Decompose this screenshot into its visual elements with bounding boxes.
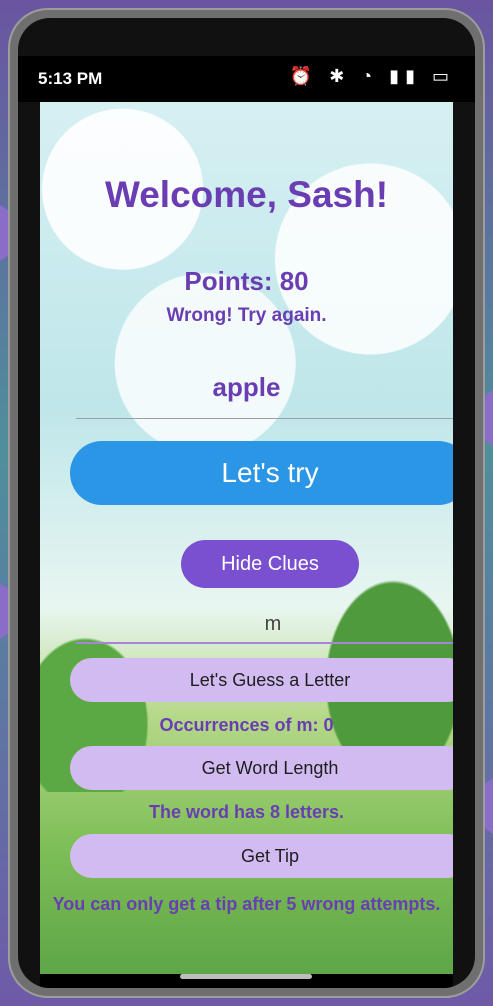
word-length-button[interactable]: Get Word Length bbox=[70, 746, 453, 790]
guess-field-underline bbox=[76, 418, 453, 419]
status-time: 5:13 PM bbox=[38, 69, 103, 88]
page-title: Welcome, Sash! bbox=[104, 174, 389, 215]
status-icons: ⏰ ✱ ◔ ▮▮ ▭ bbox=[289, 66, 455, 86]
letter-input[interactable] bbox=[76, 606, 453, 644]
guess-word-field[interactable]: apple bbox=[40, 372, 453, 403]
phone-screen-area: 5:13 PM ⏰ ✱ ◔ ▮▮ ▭ Welcome, Sash! Points… bbox=[18, 18, 475, 988]
status-bar: 5:13 PM ⏰ ✱ ◔ ▮▮ ▭ bbox=[18, 56, 475, 102]
home-indicator[interactable] bbox=[180, 974, 312, 979]
app-screen: Welcome, Sash! Points: 80 Wrong! Try aga… bbox=[40, 102, 453, 974]
feedback-message: Wrong! Try again. bbox=[166, 305, 327, 326]
word-length-text: The word has 8 letters. bbox=[148, 802, 345, 822]
app-stage: 5:13 PM ⏰ ✱ ◔ ▮▮ ▭ Welcome, Sash! Points… bbox=[0, 0, 493, 1006]
lets-try-button[interactable]: Let's try bbox=[70, 441, 453, 505]
occurrences-text: Occurrences of m: 0 bbox=[159, 715, 334, 735]
hide-clues-button[interactable]: Hide Clues bbox=[181, 540, 359, 588]
points-display: Points: 80 bbox=[184, 266, 309, 296]
tip-text: You can only get a tip after 5 wrong att… bbox=[52, 894, 441, 914]
phone-frame: 5:13 PM ⏰ ✱ ◔ ▮▮ ▭ Welcome, Sash! Points… bbox=[8, 8, 485, 998]
guess-letter-button[interactable]: Let's Guess a Letter bbox=[70, 658, 453, 702]
get-tip-button[interactable]: Get Tip bbox=[70, 834, 453, 878]
